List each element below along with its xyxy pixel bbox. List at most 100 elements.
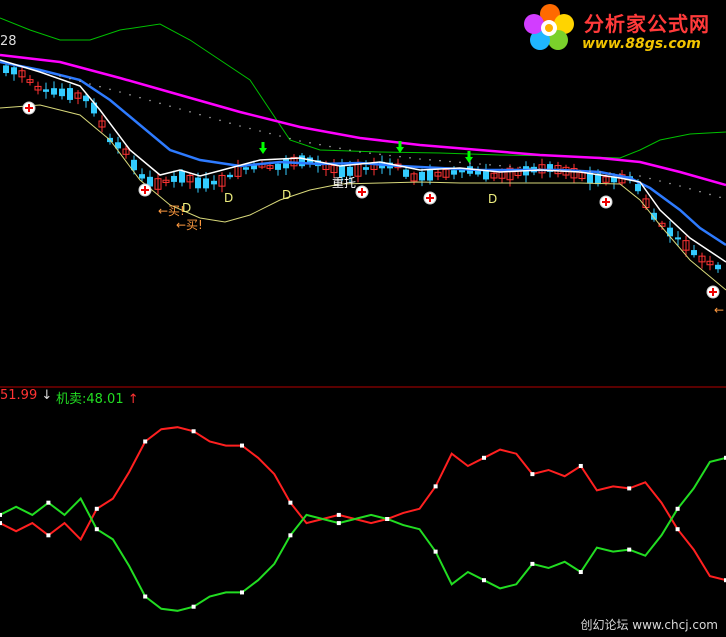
candle-body xyxy=(171,175,177,182)
candle-body xyxy=(347,166,353,176)
green-down-arrow-icon xyxy=(465,151,473,163)
curve-point xyxy=(94,506,99,511)
trend-dot xyxy=(69,77,71,80)
trend-dot xyxy=(339,147,341,150)
curve-point xyxy=(675,527,680,532)
trend-dot xyxy=(399,155,401,158)
trend-dot xyxy=(669,182,671,185)
trend-dot xyxy=(499,164,501,167)
indicator-panel xyxy=(0,426,726,612)
trend-dot xyxy=(689,188,691,190)
trend-dot xyxy=(149,99,151,102)
trend-dot xyxy=(639,175,641,177)
trend-dot xyxy=(89,83,91,85)
short-ma-line xyxy=(0,59,726,263)
curve-point xyxy=(191,429,196,434)
curve-point xyxy=(336,521,341,526)
trend-dot xyxy=(359,151,361,153)
curve-point xyxy=(482,578,486,583)
curve-point xyxy=(46,533,51,538)
trend-dot xyxy=(609,172,611,174)
curve-point xyxy=(530,472,535,477)
logo-title: 分析家公式网 xyxy=(584,12,710,36)
site-logo: 分析家公式网 www.88gs.com xyxy=(522,2,726,58)
trend-dot xyxy=(129,94,131,96)
trend-dot xyxy=(59,75,61,77)
down-arrow-icon: ↓ xyxy=(37,388,53,403)
trend-dot xyxy=(229,122,231,124)
buy-annotation: ←买! xyxy=(158,204,185,218)
trend-dot xyxy=(619,173,621,175)
trend-dot xyxy=(649,177,651,180)
candle-body xyxy=(675,237,681,240)
candle-body xyxy=(427,169,433,181)
candle-body xyxy=(59,88,65,97)
trend-dot xyxy=(449,160,451,163)
candle-body xyxy=(299,155,305,167)
logo-url: www.88gs.com xyxy=(582,36,701,52)
trend-dot xyxy=(269,132,271,135)
curve-point xyxy=(385,517,390,521)
buy-strength-curve xyxy=(0,426,726,582)
trend-dot xyxy=(389,154,391,157)
candle-body xyxy=(715,264,721,270)
indicator-sell-label: 机卖:48.01 ↑ xyxy=(56,392,139,407)
curve-point xyxy=(578,463,583,468)
candle-body xyxy=(139,174,145,179)
candle-body xyxy=(195,177,201,189)
buy-signal-icon-v xyxy=(605,198,607,206)
candle-body xyxy=(403,169,409,177)
mid-ma-line xyxy=(0,60,726,247)
trend-dot xyxy=(109,88,111,91)
trend-dot xyxy=(309,142,311,144)
curve-point xyxy=(0,521,2,526)
curve-point xyxy=(0,512,2,517)
indicator-buy-label: 51.99 ↓ xyxy=(0,388,53,403)
trend-dot xyxy=(259,130,261,132)
buy-annotation: ←买! xyxy=(176,218,203,232)
curve-point xyxy=(482,455,486,460)
curve-point xyxy=(94,527,99,532)
curve-point xyxy=(336,512,341,517)
buy-signal-icon-v xyxy=(429,194,431,202)
candle-body xyxy=(43,89,49,92)
candle-body xyxy=(67,88,73,100)
trend-dot xyxy=(459,161,461,164)
trend-dot xyxy=(679,185,681,187)
candle-body xyxy=(211,180,217,185)
candle-body xyxy=(243,167,249,170)
candlestick-series xyxy=(3,62,721,273)
trend-dot xyxy=(539,168,541,170)
curve-point xyxy=(288,500,293,505)
trend-dot xyxy=(239,125,241,127)
candle-body xyxy=(51,88,57,95)
curve-point xyxy=(288,533,293,538)
special-annotation: 重托 xyxy=(332,176,356,190)
trend-dot xyxy=(329,145,331,148)
curve-point xyxy=(191,604,196,609)
trend-dot xyxy=(419,158,421,160)
candle-body xyxy=(3,65,9,74)
candle-body xyxy=(419,171,425,181)
trend-dot xyxy=(699,190,701,193)
trend-dot xyxy=(379,153,381,156)
trend-dot xyxy=(589,170,591,173)
trend-dot xyxy=(79,80,81,83)
trend-dot xyxy=(489,164,491,166)
trend-dot xyxy=(99,85,101,88)
trend-dot xyxy=(429,159,431,161)
green-down-arrow-icon xyxy=(259,142,267,154)
stock-chart: DD D D←买!←买!重托← xyxy=(0,17,726,612)
curve-point xyxy=(240,443,244,448)
buy-signal-icon-v xyxy=(712,288,714,296)
trend-dot xyxy=(289,137,291,140)
candle-body xyxy=(451,170,457,175)
trend-dot xyxy=(569,169,571,172)
trend-dot xyxy=(179,108,181,110)
trend-dot xyxy=(579,170,581,172)
trend-dot xyxy=(709,193,711,196)
trend-dot xyxy=(599,171,601,173)
trend-dot xyxy=(529,167,531,169)
trend-dot xyxy=(439,159,441,162)
curve-point xyxy=(46,500,51,505)
